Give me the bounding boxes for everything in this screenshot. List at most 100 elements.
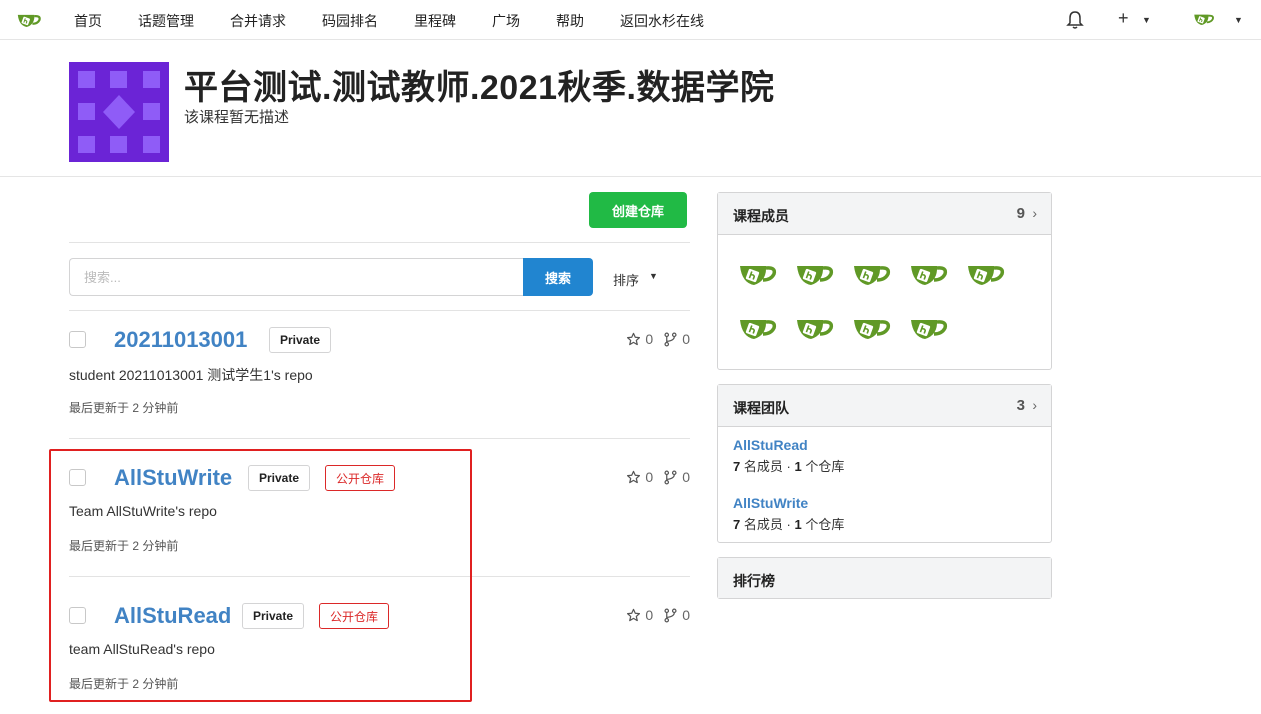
divider — [69, 576, 690, 577]
create-repo-button[interactable]: 创建仓库 — [589, 192, 687, 228]
team-repo-count: 1 — [794, 459, 802, 474]
member-avatar[interactable] — [791, 313, 835, 343]
repo-checkbox[interactable] — [69, 469, 86, 486]
repo-name-link[interactable]: AllStuWrite — [114, 465, 232, 491]
team-name-link[interactable]: AllStuRead — [733, 437, 844, 453]
repo-description: Team AllStuWrite's repo — [69, 503, 217, 519]
course-header: 平台测试.测试教师.2021秋季.数据学院 该课程暂无描述 — [0, 46, 1261, 177]
chevron-down-icon[interactable]: ▼ — [1234, 15, 1243, 25]
nav-milestones[interactable]: 里程碑 — [414, 11, 456, 31]
star-count: 0 — [645, 331, 654, 347]
fork-count: 0 — [682, 607, 690, 623]
nav-back-online[interactable]: 返回水杉在线 — [620, 11, 704, 31]
nav-home[interactable]: 首页 — [74, 11, 102, 31]
nav-ranking[interactable]: 码园排名 — [322, 11, 378, 31]
ranking-card: 排行榜 — [717, 557, 1052, 599]
team-member-unit: 名成员 — [743, 517, 783, 532]
repo-item: AllStuRead Private 公开仓库 0 0 team AllStuR… — [69, 587, 690, 714]
team-info-separator: · — [786, 459, 791, 474]
repo-item: AllStuWrite Private 公开仓库 0 0 Team AllStu… — [69, 449, 690, 577]
team-repo-count: 1 — [794, 517, 802, 532]
ranking-title: 排行榜 — [733, 573, 775, 589]
ranking-card-header[interactable]: 排行榜 — [718, 558, 1051, 598]
members-card-header[interactable]: 课程成员 9 › — [718, 193, 1051, 235]
member-avatar[interactable] — [791, 259, 835, 289]
nav-issues[interactable]: 话题管理 — [138, 11, 194, 31]
chevron-right-icon[interactable]: › — [1032, 397, 1037, 413]
sort-dropdown[interactable]: 排序 — [613, 270, 639, 289]
member-avatar[interactable] — [962, 259, 1006, 289]
private-badge: Private — [269, 327, 332, 353]
nav-help[interactable]: 帮助 — [556, 11, 584, 31]
teams-card: 课程团队 3 › AllStuRead 7 名成员 · 1 个仓库 AllStu… — [717, 384, 1052, 543]
team-item: AllStuRead 7 名成员 · 1 个仓库 — [733, 437, 844, 475]
star-icon[interactable] — [626, 332, 641, 347]
team-info: 7 名成员 · 1 个仓库 — [733, 456, 844, 475]
repo-updated-time: 最后更新于 2 分钟前 — [69, 539, 179, 553]
team-info-separator: · — [786, 517, 791, 532]
star-icon[interactable] — [626, 608, 641, 623]
user-avatar[interactable] — [1191, 9, 1215, 29]
team-member-count: 7 — [733, 517, 741, 532]
members-title: 课程成员 — [733, 208, 789, 224]
divider — [69, 438, 690, 439]
members-count: 9 — [1016, 205, 1025, 222]
repo-stats: 0 0 — [626, 331, 690, 347]
repo-item: 20211013001 Private 0 0 student 20211013… — [69, 311, 690, 439]
course-title: 平台测试.测试教师.2021秋季.数据学院 — [184, 69, 775, 107]
team-member-unit: 名成员 — [743, 459, 783, 474]
top-navbar: 首页 话题管理 合并请求 码园排名 里程碑 广场 帮助 返回水杉在线 + ▼ ▼ — [0, 0, 1261, 40]
repo-checkbox[interactable] — [69, 607, 86, 624]
nav-explore[interactable]: 广场 — [492, 11, 520, 31]
members-card: 课程成员 9 › — [717, 192, 1052, 370]
member-avatar[interactable] — [848, 313, 892, 343]
search-input[interactable] — [69, 258, 524, 296]
team-repo-unit: 个仓库 — [805, 459, 845, 474]
teams-count: 3 — [1016, 397, 1025, 414]
course-description: 该课程暂无描述 — [184, 109, 290, 126]
members-grid — [718, 235, 1051, 369]
course-avatar — [69, 62, 169, 162]
repo-name-link[interactable]: AllStuRead — [114, 603, 231, 629]
star-count: 0 — [645, 469, 654, 485]
repo-stats: 0 0 — [626, 607, 690, 623]
member-avatar[interactable] — [848, 259, 892, 289]
repo-stats: 0 0 — [626, 469, 690, 485]
fork-icon[interactable] — [663, 332, 678, 347]
repo-description: student 20211013001 测试学生1's repo — [69, 367, 313, 383]
search-button[interactable]: 搜索 — [523, 258, 593, 296]
team-info: 7 名成员 · 1 个仓库 — [733, 514, 844, 533]
star-icon[interactable] — [626, 470, 641, 485]
teams-title: 课程团队 — [733, 400, 789, 416]
fork-count: 0 — [682, 469, 690, 485]
fork-icon[interactable] — [663, 470, 678, 485]
fork-icon[interactable] — [663, 608, 678, 623]
teams-card-header[interactable]: 课程团队 3 › — [718, 385, 1051, 427]
create-plus-icon[interactable]: + — [1118, 8, 1129, 29]
repo-updated-time: 最后更新于 2 分钟前 — [69, 401, 179, 415]
repo-name-link[interactable]: 20211013001 — [114, 327, 247, 353]
private-badge: Private — [242, 603, 305, 629]
star-count: 0 — [645, 607, 654, 623]
bell-icon[interactable] — [1066, 10, 1084, 30]
team-name-link[interactable]: AllStuWrite — [733, 495, 844, 511]
team-item: AllStuWrite 7 名成员 · 1 个仓库 — [733, 495, 844, 533]
repo-description: team AllStuRead's repo — [69, 641, 215, 657]
private-badge: Private — [248, 465, 311, 491]
repo-updated-time: 最后更新于 2 分钟前 — [69, 677, 179, 691]
team-member-count: 7 — [733, 459, 741, 474]
member-avatar[interactable] — [905, 313, 949, 343]
repo-checkbox[interactable] — [69, 331, 86, 348]
member-avatar[interactable] — [905, 259, 949, 289]
public-repo-badge: 公开仓库 — [319, 603, 390, 629]
chevron-down-icon[interactable]: ▼ — [1142, 15, 1151, 25]
team-repo-unit: 个仓库 — [805, 517, 845, 532]
chevron-right-icon[interactable]: › — [1032, 205, 1037, 221]
member-avatar[interactable] — [734, 313, 778, 343]
chevron-down-icon[interactable]: ▼ — [649, 271, 658, 281]
fork-count: 0 — [682, 331, 690, 347]
member-avatar[interactable] — [734, 259, 778, 289]
public-repo-badge: 公开仓库 — [325, 465, 396, 491]
gitea-logo-icon[interactable] — [14, 8, 42, 32]
nav-pulls[interactable]: 合并请求 — [230, 11, 286, 31]
